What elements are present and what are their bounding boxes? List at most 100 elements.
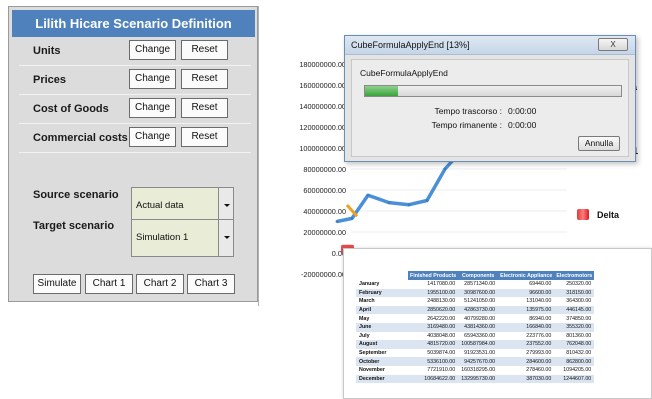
- value-cell: 96600.00: [498, 288, 555, 298]
- table-row: July 4038048.00 65943360.00 223776.00 801360…: [356, 332, 594, 341]
- separator: [19, 94, 251, 95]
- value-cell: 4038048.00: [427, 332, 456, 339]
- source-scenario-value: Actual data: [136, 200, 184, 211]
- month-cell: September: [359, 350, 387, 357]
- value-cell: 2850620.00: [408, 305, 459, 315]
- cost-of-goods-change-button[interactable]: Change: [129, 98, 176, 118]
- table-header-row: Finished Products Components Electronic …: [356, 271, 595, 280]
- value-cell: 387030.00: [498, 374, 555, 384]
- source-scenario-label: Source scenario: [33, 189, 119, 201]
- cost-of-goods-label: Cost of Goods: [33, 103, 109, 115]
- progress-dialog: CubeFormulaApplyEnd [13%] X CubeFormulaA…: [344, 35, 636, 162]
- value-cell: 1244607.00: [554, 374, 595, 384]
- value-cell: 43814360.00: [458, 322, 499, 332]
- elapsed-value: 0:00:00: [508, 106, 537, 116]
- dialog-message: CubeFormulaApplyEnd: [360, 68, 448, 78]
- series-point: [350, 216, 354, 220]
- value-cell: 86940.00: [529, 315, 552, 322]
- prices-reset-button[interactable]: Reset: [181, 69, 228, 89]
- table-row: February 1955100.00 30987600.00 96600.00 318…: [356, 288, 595, 298]
- column-header: Electromotors: [554, 271, 595, 280]
- table-row: November 7721910.00 160318295.00 278460.00 1…: [356, 366, 594, 375]
- table-row: June 3169480.00 43814360.00 166840.00 355320…: [356, 322, 595, 332]
- value-cell: 279993.00: [526, 350, 552, 357]
- month-cell: August: [356, 340, 408, 349]
- chart2-button[interactable]: Chart 2: [136, 274, 184, 294]
- prices-change-button[interactable]: Change: [129, 69, 176, 89]
- value-cell: 40799280.00: [464, 315, 496, 322]
- separator: [19, 123, 251, 124]
- value-cell: 51241050.00: [464, 298, 496, 305]
- value-cell: 4815720.00: [408, 340, 459, 349]
- month-cell: July: [359, 332, 370, 339]
- value-cell: 10684622.00: [408, 374, 459, 384]
- value-cell: 2642220.00: [427, 315, 456, 322]
- chevron-down-icon[interactable]: [218, 220, 233, 256]
- cancel-button[interactable]: Annulla: [578, 136, 620, 151]
- table-row: August 4815720.00 100587984.00 237552.00 762…: [356, 340, 595, 349]
- units-reset-button[interactable]: Reset: [181, 40, 228, 60]
- month-cell: May: [359, 315, 370, 322]
- commercial-costs-change-button[interactable]: Change: [129, 127, 176, 147]
- series-point: [335, 220, 339, 223]
- column-header: Finished Products: [408, 271, 459, 280]
- commercial-costs-reset-button[interactable]: Reset: [181, 127, 228, 147]
- target-scenario-value: Simulation 1: [136, 232, 189, 243]
- value-cell: 237552.00: [498, 340, 555, 349]
- month-cell: February: [356, 288, 408, 298]
- value-cell: 132995730.00: [458, 374, 499, 384]
- series-point: [425, 199, 429, 202]
- table-row: January 1417080.00 28571340.00 69440.00 2503…: [356, 280, 594, 289]
- value-cell: 30987600.00: [458, 288, 499, 298]
- column-header: [356, 271, 408, 280]
- value-cell: 5336100.00: [408, 357, 459, 366]
- elapsed-label: Tempo trascorso :: [434, 106, 502, 116]
- table-row: December 10684622.00 132995730.00 387030.00…: [356, 374, 595, 384]
- value-cell: 364300.00: [566, 298, 592, 305]
- month-cell: June: [356, 322, 408, 332]
- value-cell: 446145.00: [554, 305, 595, 315]
- target-scenario-label: Target scenario: [33, 220, 115, 232]
- chart1-button[interactable]: Chart 1: [85, 274, 133, 294]
- value-cell: 223776.00: [526, 332, 552, 339]
- cost-of-goods-reset-button[interactable]: Reset: [181, 98, 228, 118]
- simulate-button[interactable]: Simulate: [33, 274, 81, 294]
- month-cell: October: [356, 357, 408, 366]
- table-row: April 2850620.00 42863730.00 135975.00 44614…: [356, 305, 595, 315]
- series-point: [443, 167, 447, 171]
- prices-label: Prices: [33, 74, 67, 86]
- chart3-button[interactable]: Chart 3: [187, 274, 235, 294]
- value-cell: 1955100.00: [408, 288, 459, 298]
- value-cell: 862800.00: [554, 357, 595, 366]
- value-cell: 166840.00: [498, 322, 555, 332]
- value-cell: 94257670.00: [458, 357, 499, 366]
- value-cell: 1417080.00: [427, 281, 456, 288]
- value-cell: 374850.00: [566, 315, 592, 322]
- progress-bar: [364, 85, 622, 97]
- value-cell: 278460.00: [526, 367, 552, 374]
- value-cell: 284600.00: [498, 357, 555, 366]
- commercial-costs-label: Commercial costs: [33, 132, 128, 144]
- delta-legend-icon: [577, 209, 589, 220]
- value-cell: 28571340.00: [464, 281, 496, 288]
- target-scenario-select[interactable]: Simulation 1: [131, 219, 234, 257]
- value-cell: 801360.00: [566, 332, 592, 339]
- dialog-titlebar[interactable]: CubeFormulaApplyEnd [13%] X: [345, 36, 635, 55]
- dialog-title: CubeFormulaApplyEnd [13%]: [351, 40, 470, 50]
- data-table-window: Finished Products Components Electronic …: [343, 248, 652, 399]
- value-cell: 355320.00: [554, 322, 595, 332]
- separator: [19, 65, 251, 66]
- value-cell: 160318295.00: [461, 367, 496, 374]
- panel-title: Lilith Hicare Scenario Definition: [12, 10, 255, 37]
- month-cell: November: [359, 367, 385, 374]
- value-cell: 810432.00: [566, 350, 592, 357]
- table-row: October 5336100.00 94257670.00 284600.00 862…: [356, 357, 595, 366]
- value-cell: 135975.00: [498, 305, 555, 315]
- value-cell: 131040.00: [526, 298, 552, 305]
- units-change-button[interactable]: Change: [129, 40, 176, 60]
- close-icon[interactable]: X: [598, 38, 628, 51]
- value-cell: 2488130.00: [427, 298, 456, 305]
- progress-fill: [365, 86, 399, 96]
- remaining-value: 0:00:00: [508, 120, 537, 130]
- month-cell: January: [359, 281, 380, 288]
